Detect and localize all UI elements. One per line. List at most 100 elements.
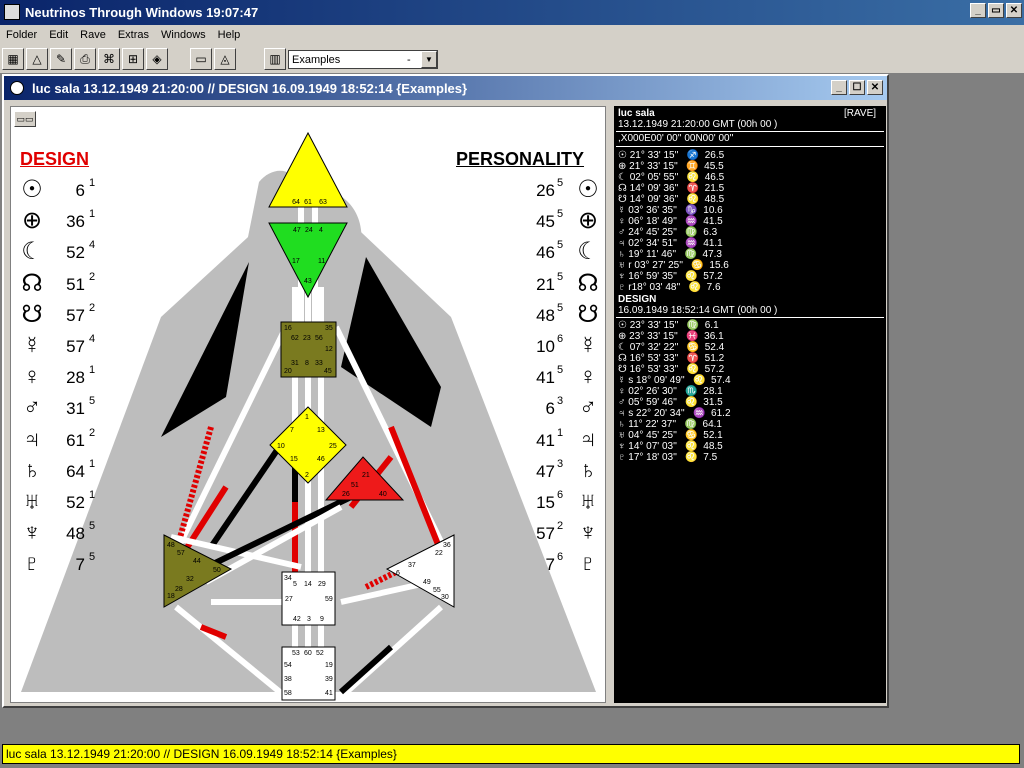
position-text: 21° 33' 15'' ♐ 26.5 xyxy=(629,150,725,161)
personality-planet-row[interactable]: ♃ 41 1 xyxy=(521,426,611,457)
panel-divider xyxy=(616,131,884,132)
chart-view-toggle-button[interactable]: ▭▭ xyxy=(14,111,36,127)
saturn-icon: ♄ xyxy=(23,456,41,484)
personality-planet-row[interactable]: ♀ 41 5 xyxy=(521,364,611,394)
minimize-button[interactable]: _ xyxy=(970,3,986,18)
new-chart-icon[interactable]: ✎ xyxy=(50,48,72,70)
head-center[interactable] xyxy=(268,131,348,208)
close-button[interactable]: ✕ xyxy=(1006,3,1022,18)
personality-planet-row[interactable]: ☋ 48 5 xyxy=(521,301,611,332)
design-planet-row[interactable]: ☾ 52 4 xyxy=(19,239,109,269)
position-row: ☋ 14° 09' 36'' ♌ 48.5 xyxy=(618,194,724,205)
personality-planet-row[interactable]: ☊ 21 5 xyxy=(521,270,611,301)
design-planet-row[interactable]: ☉ 6 1 xyxy=(19,177,109,207)
svg-text:46: 46 xyxy=(317,456,325,463)
library-icon[interactable]: ▥ xyxy=(264,48,286,70)
design-planet-row[interactable]: ♀ 28 1 xyxy=(19,364,109,394)
planet-glyph-icon: ♄ xyxy=(618,249,629,260)
personality-planet-row[interactable]: ☿ 10 6 xyxy=(521,333,611,363)
personality-planet-row[interactable]: ☉ 26 5 xyxy=(521,177,611,207)
position-row: ☉ 21° 33' 15'' ♐ 26.5 xyxy=(618,150,724,161)
triangle-tool-icon[interactable]: △ xyxy=(26,48,48,70)
chart-tool-icon[interactable]: ▦ xyxy=(2,48,24,70)
sun-icon: ☉ xyxy=(21,176,43,203)
position-row: ☿ s 18° 09' 49'' ♌ 57.4 xyxy=(618,375,731,386)
design-line-number: 1 xyxy=(89,364,96,377)
svg-text:22: 22 xyxy=(435,550,443,557)
grid-icon[interactable]: ⊞ xyxy=(122,48,144,70)
chevron-down-icon[interactable]: ▼ xyxy=(421,51,437,68)
window-icon[interactable]: ▭ xyxy=(190,48,212,70)
planet-glyph-icon: ♄ xyxy=(618,419,629,430)
svg-text:11: 11 xyxy=(318,258,325,265)
design-planet-row[interactable]: ♆ 48 5 xyxy=(19,520,109,550)
planet-glyph-icon: ♅ xyxy=(618,260,629,271)
neptune-icon: ♆ xyxy=(579,519,597,547)
svg-text:24: 24 xyxy=(305,227,313,234)
mandala-icon[interactable]: ◈ xyxy=(146,48,168,70)
svg-text:60: 60 xyxy=(304,650,312,657)
maximize-button[interactable]: ▭ xyxy=(988,3,1004,18)
personality-planet-row[interactable]: ♅ 15 6 xyxy=(521,489,611,519)
chart-window-icon[interactable] xyxy=(10,81,24,95)
design-datetime: 16.09.1949 18:52:14 GMT (00h 00 ) xyxy=(618,305,778,316)
personality-planet-row[interactable]: ♇ 7 6 xyxy=(521,551,611,581)
menu-rave[interactable]: Rave xyxy=(74,29,112,41)
design-line-number: 1 xyxy=(89,177,96,189)
menu-folder[interactable]: Folder xyxy=(0,29,43,41)
design-planet-row[interactable]: ☋ 57 2 xyxy=(19,301,109,332)
design-line-number: 4 xyxy=(89,333,96,345)
print-icon[interactable]: ⎙ xyxy=(74,48,96,70)
position-row: ♇ 17° 18' 03'' ♌ 7.5 xyxy=(618,452,717,463)
svg-text:25: 25 xyxy=(329,443,337,450)
position-row: ☊ 14° 09' 36'' ♈ 21.5 xyxy=(618,183,724,194)
ephemeris-panel: luc sala [RAVE] 13.12.1949 21:20:00 GMT … xyxy=(614,106,886,703)
svg-text:23: 23 xyxy=(303,335,311,342)
design-planet-row[interactable]: ♂ 31 5 xyxy=(19,395,109,425)
position-row: ☾ 07° 32' 22'' ♋ 52.4 xyxy=(618,342,724,353)
menu-help[interactable]: Help xyxy=(212,29,247,41)
design-planet-row[interactable]: ☊ 51 2 xyxy=(19,270,109,301)
planet-glyph-icon: ♇ xyxy=(618,282,629,293)
design-planet-row[interactable]: ⊕ 36 1 xyxy=(19,208,109,238)
child-maximize-button[interactable]: ☐ xyxy=(849,80,865,95)
position-row: ☿ 03° 36' 35'' ♑ 10.6 xyxy=(618,205,723,216)
design-planet-row[interactable]: ♃ 61 2 xyxy=(19,426,109,457)
design-line-number: 1 xyxy=(89,489,96,501)
child-close-button[interactable]: ✕ xyxy=(867,80,883,95)
personality-planet-row[interactable]: ♄ 47 3 xyxy=(521,457,611,488)
personality-line-number: 3 xyxy=(557,395,564,408)
design-planet-row[interactable]: ☿ 57 4 xyxy=(19,333,109,363)
design-planet-row[interactable]: ♇ 7 5 xyxy=(19,551,109,581)
planet-glyph-icon: ☿ xyxy=(618,205,629,216)
personality-line-number: 6 xyxy=(557,333,564,345)
menu-edit[interactable]: Edit xyxy=(43,29,74,41)
personality-planet-row[interactable]: ⊕ 45 5 xyxy=(521,208,611,238)
triangle-window-icon[interactable]: ◬ xyxy=(214,48,236,70)
svg-text:42: 42 xyxy=(293,616,301,623)
personality-line-number: 6 xyxy=(557,551,564,564)
position-text: s 18° 09' 49'' ♌ 57.4 xyxy=(628,375,731,386)
design-planet-row[interactable]: ♅ 52 1 xyxy=(19,489,109,519)
child-minimize-button[interactable]: _ xyxy=(831,80,847,95)
personality-planet-row[interactable]: ☾ 46 5 xyxy=(521,239,611,269)
bodygraph-icon[interactable]: ⌘ xyxy=(98,48,120,70)
design-planet-row[interactable]: ♄ 64 1 xyxy=(19,456,109,488)
examples-dropdown[interactable]: Examples - ▼ xyxy=(288,50,438,69)
svg-text:40: 40 xyxy=(379,491,387,498)
svg-text:32: 32 xyxy=(186,576,194,583)
personality-line-number: 2 xyxy=(557,520,564,533)
uranus-icon: ♅ xyxy=(23,488,41,515)
svg-text:52: 52 xyxy=(316,650,324,657)
svg-text:33: 33 xyxy=(315,360,323,367)
design-gate-number: 52 xyxy=(66,243,85,263)
menu-extras[interactable]: Extras xyxy=(112,29,155,41)
design-gate-number: 7 xyxy=(75,555,85,575)
app-icon[interactable] xyxy=(4,4,20,20)
planet-glyph-icon: ☊ xyxy=(618,353,630,364)
personality-planet-row[interactable]: ♆ 57 2 xyxy=(521,520,611,550)
position-text: r18° 03' 48'' ♌ 7.6 xyxy=(628,282,721,293)
menu-windows[interactable]: Windows xyxy=(155,29,212,41)
personality-planet-row[interactable]: ♂ 6 3 xyxy=(521,395,611,425)
personality-gate-number: 45 xyxy=(536,212,555,232)
